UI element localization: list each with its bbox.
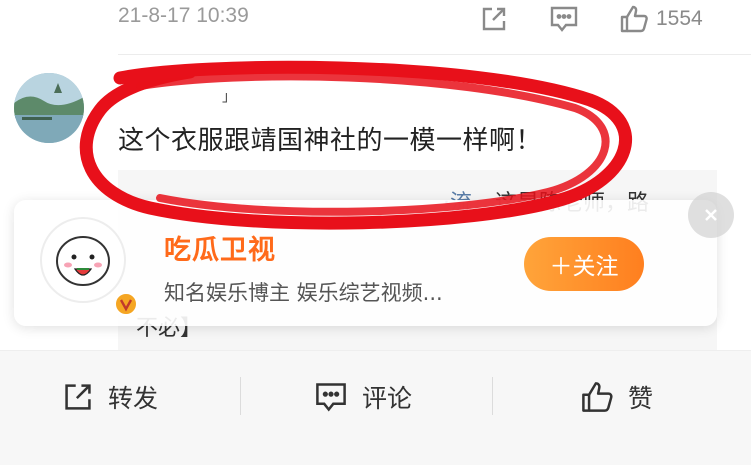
separator xyxy=(240,377,241,415)
divider xyxy=(118,54,751,55)
account-description: 知名娱乐博主 娱乐综艺视频... xyxy=(164,281,443,305)
like-count: 1554 xyxy=(656,7,703,30)
repost-icon[interactable] xyxy=(478,3,510,35)
comment-text: 这个衣服跟靖国神社的一模一样啊！ xyxy=(118,126,543,156)
verified-badge-icon xyxy=(114,292,138,316)
timestamp: 21-8-17 10:39 xyxy=(118,4,249,27)
close-icon[interactable] xyxy=(688,192,734,238)
commenter-username[interactable]: 」 xyxy=(222,86,236,106)
comment-icon xyxy=(316,383,346,412)
comment-icon[interactable] xyxy=(548,3,580,35)
repost-label: 转发 xyxy=(108,384,159,413)
post-actions: 1554 xyxy=(478,3,703,35)
repost-button[interactable]: 转发 xyxy=(62,377,158,417)
comment-button[interactable]: 评论 xyxy=(314,377,412,417)
like-label: 赞 xyxy=(628,384,654,413)
account-avatar[interactable] xyxy=(40,217,126,303)
account-name[interactable]: 吃瓜卫视 xyxy=(164,228,276,267)
comment-label: 评论 xyxy=(362,384,413,413)
like-icon xyxy=(582,382,613,412)
follow-button[interactable]: ＋关注 xyxy=(524,237,644,291)
bottom-action-bar: 转发 评论 赞 xyxy=(0,351,751,465)
post-meta-row: 21-8-17 10:39 1554 xyxy=(0,0,751,50)
like-icon[interactable] xyxy=(618,3,650,35)
commenter-avatar[interactable] xyxy=(14,73,84,143)
follow-suggestion-popup[interactable]: 吃瓜卫视 知名娱乐博主 娱乐综艺视频... ＋关注 xyxy=(14,192,734,326)
like-button[interactable]: 赞 xyxy=(580,377,653,417)
separator xyxy=(492,377,493,415)
repost-icon xyxy=(65,384,91,410)
